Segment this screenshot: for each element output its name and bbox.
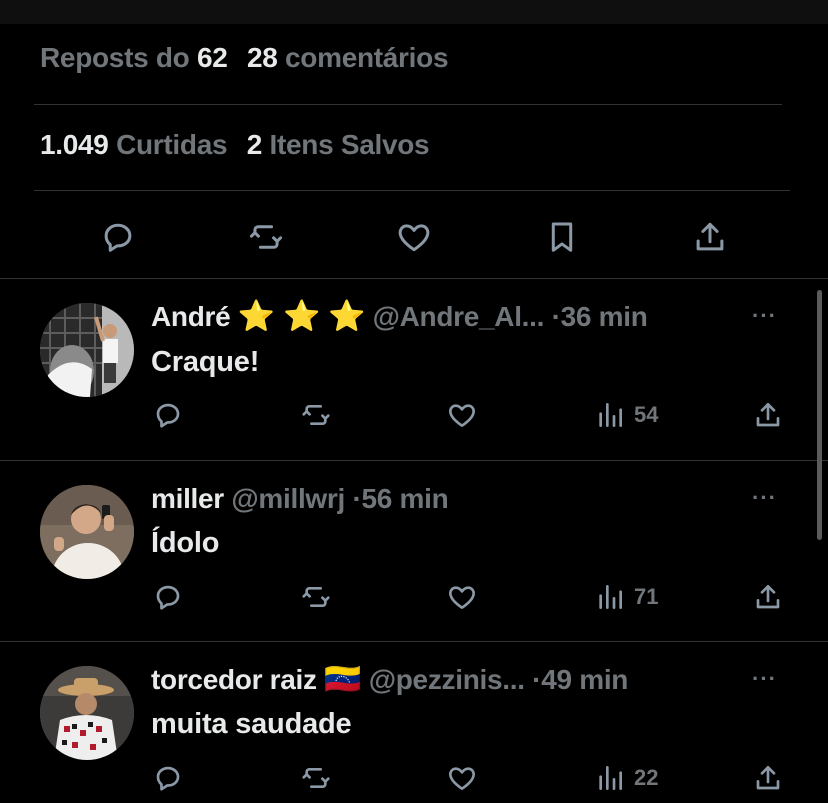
reposts-comments-stats: Reposts do 62 28 comentários: [40, 42, 449, 74]
share-button[interactable]: [752, 395, 784, 435]
star-badges: ⭐ ⭐ ⭐: [237, 300, 366, 333]
likes-saves-stats: 1.049 Curtidas 2 Itens Salvos: [40, 129, 430, 161]
dot-separator: ·: [532, 664, 542, 695]
reply-item[interactable]: miller @millwrj ·56 min ··· Ídolo 71: [0, 461, 828, 641]
user-handle[interactable]: @pezzinis...: [369, 664, 525, 695]
reply-item[interactable]: torcedor raiz 🇻🇪 @pezzinis... ·49 min ··…: [0, 642, 828, 803]
reply-action-bar: 54: [0, 395, 828, 435]
views-icon: [599, 766, 622, 790]
more-options-button[interactable]: ···: [752, 666, 777, 692]
timestamp[interactable]: 36 min: [561, 301, 648, 332]
like-button[interactable]: [446, 758, 478, 798]
reposts-label[interactable]: Reposts do: [40, 42, 190, 73]
like-icon: [449, 404, 475, 427]
saves-label[interactable]: Itens Salvos: [270, 129, 430, 160]
views-button[interactable]: 54: [594, 395, 658, 435]
repost-icon: [302, 405, 330, 425]
tweet-action-bar: [0, 213, 828, 261]
reply-button[interactable]: [152, 758, 184, 798]
views-button[interactable]: 71: [594, 577, 658, 617]
user-handle[interactable]: @millwrj: [231, 483, 345, 514]
more-options-button[interactable]: ···: [752, 485, 777, 511]
reply-header: André ⭐ ⭐ ⭐ @Andre_Al... ·36 min: [151, 300, 648, 334]
divider: [34, 104, 782, 105]
share-icon: [756, 585, 780, 609]
avatar[interactable]: [40, 303, 134, 397]
display-name[interactable]: André: [151, 301, 231, 332]
reply-button[interactable]: [152, 577, 184, 617]
timestamp[interactable]: 49 min: [541, 664, 628, 695]
repost-icon: [302, 768, 330, 788]
reply-header: miller @millwrj ·56 min: [151, 482, 449, 516]
dot-separator: ·: [352, 483, 362, 514]
scrollbar-thumb[interactable]: [817, 290, 822, 540]
reposts-count[interactable]: 62: [197, 42, 228, 73]
repost-button[interactable]: [300, 758, 332, 798]
reply-text: Craque!: [151, 346, 260, 378]
like-icon: [449, 586, 475, 609]
reply-button[interactable]: [94, 213, 142, 261]
reply-header: torcedor raiz 🇻🇪 @pezzinis... ·49 min: [151, 663, 628, 697]
reply-text: muita saudade: [151, 708, 352, 740]
views-count: 22: [634, 765, 659, 790]
display-name[interactable]: torcedor raiz: [151, 664, 317, 695]
share-icon: [756, 403, 780, 427]
reply-text: Ídolo: [151, 527, 220, 559]
timestamp[interactable]: 56 min: [362, 483, 449, 514]
share-button[interactable]: [686, 213, 734, 261]
like-icon: [398, 224, 430, 252]
avatar[interactable]: [40, 485, 134, 579]
bookmark-icon: [551, 222, 573, 252]
share-button[interactable]: [752, 758, 784, 798]
repost-icon: [249, 225, 283, 249]
saves-count[interactable]: 2: [247, 129, 263, 160]
comments-label[interactable]: comentários: [285, 42, 449, 73]
like-button[interactable]: [390, 213, 438, 261]
views-icon: [599, 403, 622, 427]
display-name[interactable]: miller: [151, 483, 224, 514]
reply-action-bar: 71: [0, 577, 828, 617]
like-icon: [449, 767, 475, 790]
repost-button[interactable]: [300, 395, 332, 435]
like-button[interactable]: [446, 395, 478, 435]
divider: [34, 190, 790, 191]
user-handle[interactable]: @Andre_Al...: [373, 301, 545, 332]
top-status-strip: [0, 0, 828, 24]
views-count: 54: [634, 402, 659, 427]
share-icon: [696, 222, 724, 251]
views-button[interactable]: 22: [594, 758, 658, 798]
reply-item[interactable]: André ⭐ ⭐ ⭐ @Andre_Al... ·36 min ··· Cra…: [0, 279, 828, 460]
likes-count[interactable]: 1.049: [40, 129, 109, 160]
flag-badge: 🇻🇪: [324, 663, 362, 696]
share-icon: [756, 766, 780, 790]
dot-separator: ·: [551, 301, 561, 332]
reply-icon: [156, 403, 180, 428]
likes-label[interactable]: Curtidas: [116, 129, 227, 160]
reply-icon: [104, 223, 132, 252]
avatar[interactable]: [40, 666, 134, 760]
views-count: 71: [634, 584, 659, 609]
repost-button[interactable]: [242, 213, 290, 261]
bookmark-button[interactable]: [538, 213, 586, 261]
reply-action-bar: 22: [0, 758, 828, 798]
reply-button[interactable]: [152, 395, 184, 435]
more-options-button[interactable]: ···: [752, 303, 777, 329]
reply-icon: [156, 766, 180, 791]
repost-icon: [302, 587, 330, 607]
repost-button[interactable]: [300, 577, 332, 617]
views-icon: [599, 585, 622, 609]
comments-count[interactable]: 28: [247, 42, 278, 73]
reply-icon: [156, 585, 180, 610]
like-button[interactable]: [446, 577, 478, 617]
share-button[interactable]: [752, 577, 784, 617]
